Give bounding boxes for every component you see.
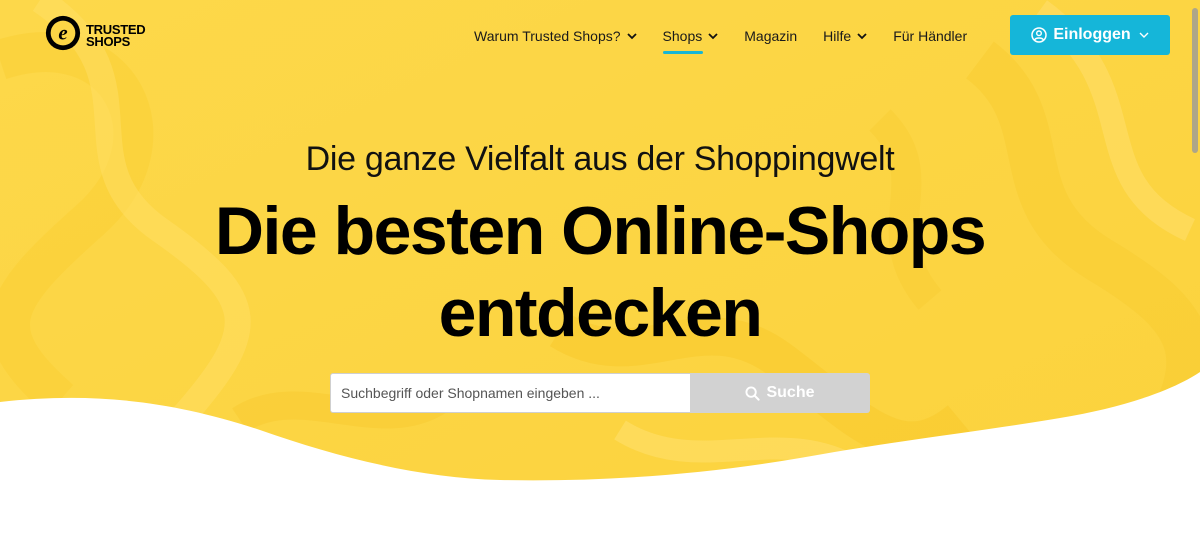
nav-item-label: Warum Trusted Shops? (474, 28, 621, 44)
hero-subtitle: Die ganze Vielfalt aus der Shoppingwelt (305, 140, 895, 178)
nav-item-label: Shops (662, 28, 703, 44)
user-circle-icon (1031, 27, 1048, 43)
nav-item-label: Für Händler (893, 28, 968, 44)
logo-e-icon: e (45, 15, 81, 51)
nav-item-label: Magazin (744, 28, 798, 44)
search-button-label: Suche (766, 384, 815, 401)
chevron-down-icon (857, 33, 867, 40)
shop-search-form: Suche (330, 373, 870, 413)
hero-title-line-1: Die besten Online-Shops (214, 193, 987, 269)
chevron-down-icon (708, 33, 718, 40)
nav-item-label: Hilfe (823, 28, 852, 44)
trusted-shops-logo[interactable]: e TRUSTED SHOPS (44, 14, 146, 52)
site-header: e TRUSTED SHOPS Warum Trusted Shops? Sho… (0, 0, 1200, 72)
login-button[interactable]: Einloggen (1010, 15, 1170, 55)
hero-title: Die besten Online-Shops entdecken (0, 190, 1200, 354)
main-navigation: Warum Trusted Shops? Shops Magazin Hilfe… (474, 24, 993, 54)
chevron-down-icon (1139, 32, 1149, 38)
logo-wordmark: TRUSTED SHOPS (86, 18, 146, 49)
login-button-label: Einloggen (1053, 26, 1131, 43)
search-input[interactable] (330, 373, 690, 413)
nav-item-hilfe[interactable]: Hilfe (823, 24, 867, 48)
search-icon (745, 385, 761, 401)
hero-section: e TRUSTED SHOPS Warum Trusted Shops? Sho… (0, 0, 1200, 557)
hero-title-line-2: entdecken (438, 275, 763, 351)
nav-item-shops[interactable]: Shops (662, 24, 719, 54)
search-button[interactable]: Suche (690, 373, 870, 413)
chevron-down-icon (626, 33, 637, 40)
nav-item-magazin[interactable]: Magazin (744, 24, 797, 48)
nav-item-fuer-haendler[interactable]: Für Händler (893, 24, 967, 48)
logo-line-2: SHOPS (86, 34, 131, 49)
nav-item-why-trusted-shops[interactable]: Warum Trusted Shops? (474, 24, 637, 48)
svg-text:e: e (58, 21, 67, 45)
